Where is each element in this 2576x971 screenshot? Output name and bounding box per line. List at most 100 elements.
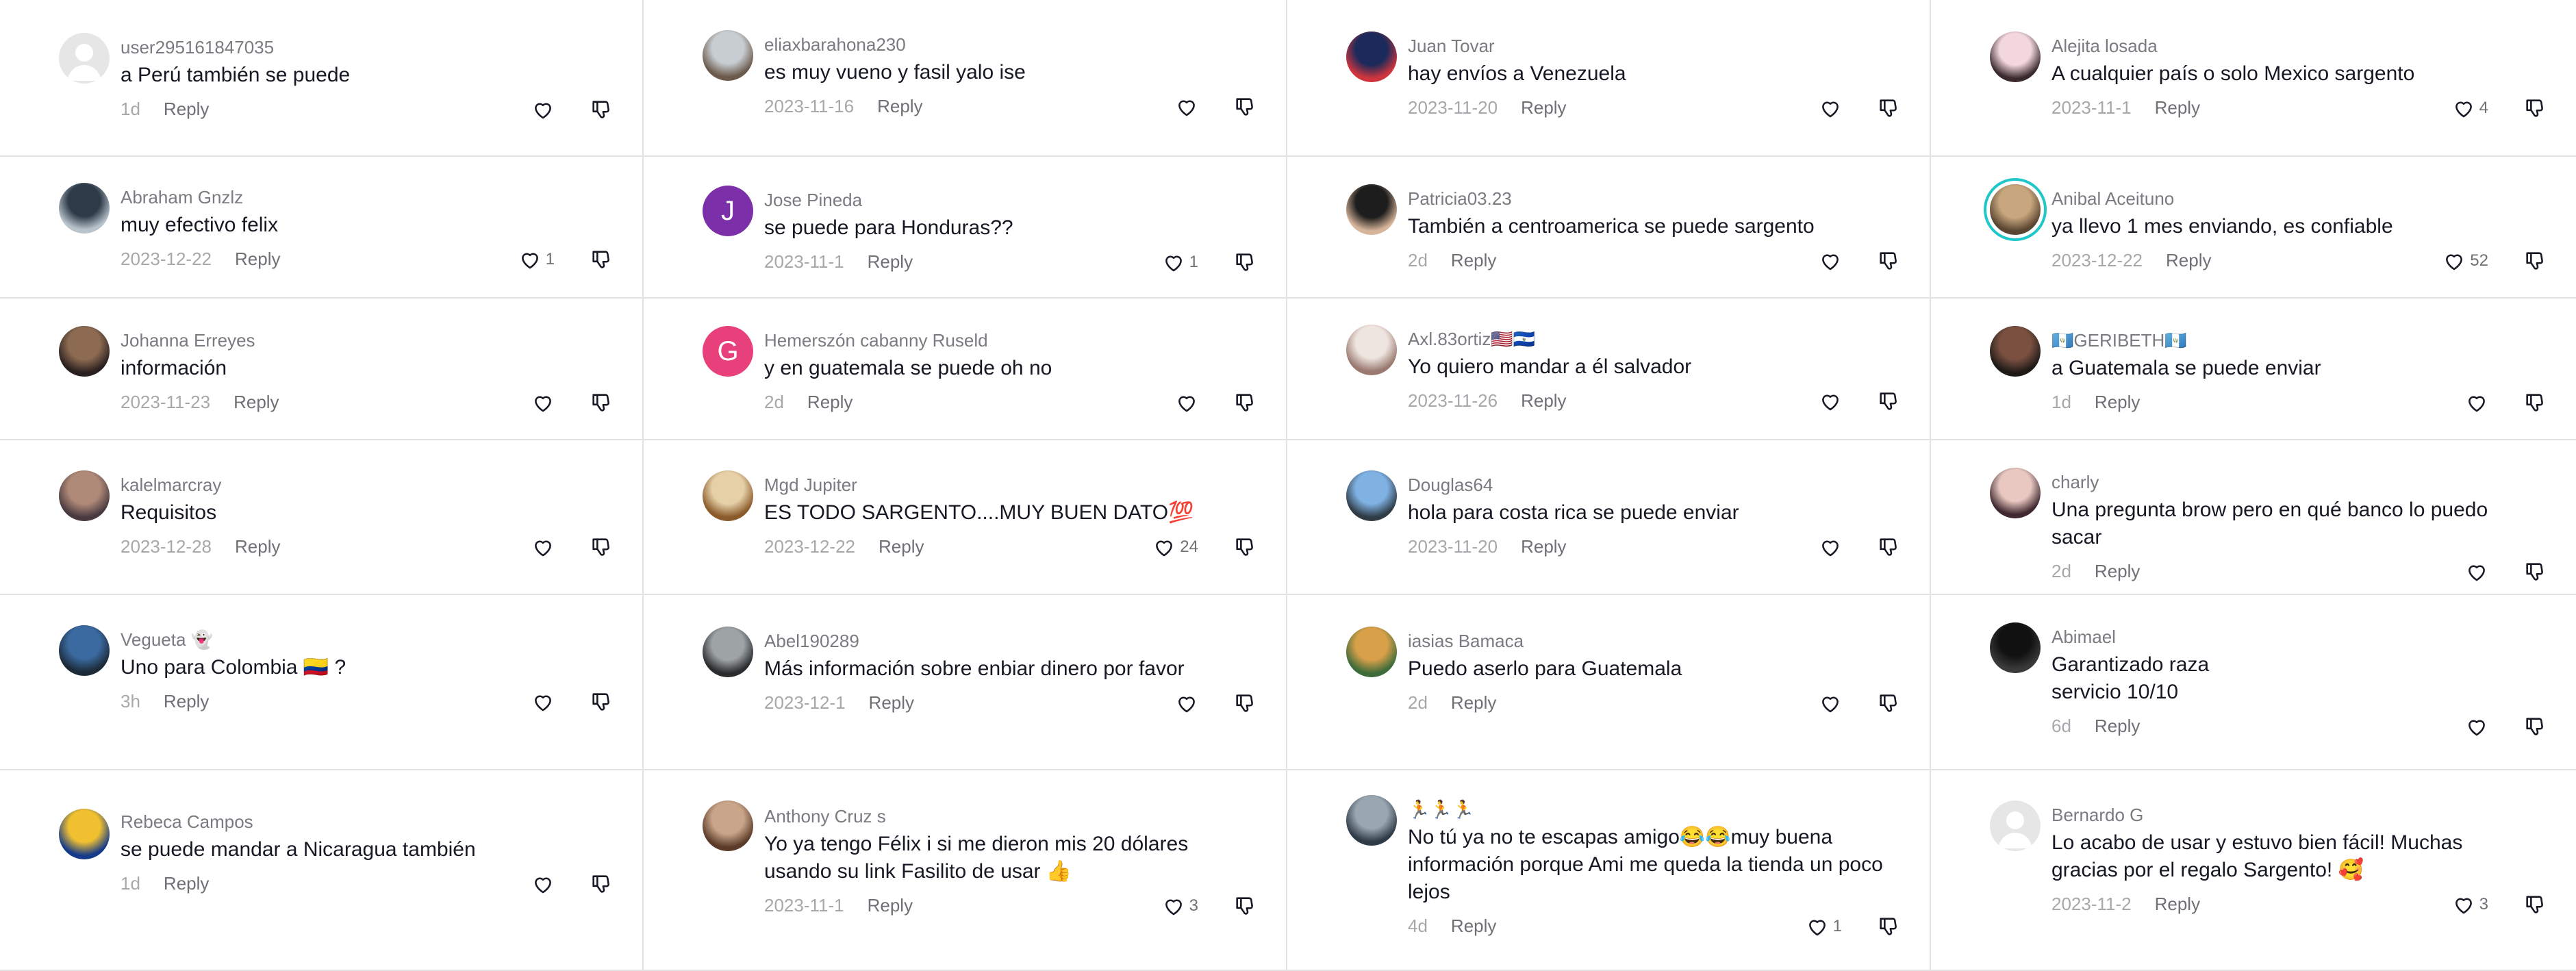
dislike-button[interactable] [1875,690,1902,717]
avatar[interactable] [1990,31,2041,82]
reply-button[interactable]: Reply [1451,692,1496,713]
like-button[interactable]: 3 [1162,892,1198,920]
avatar[interactable] [59,33,110,84]
username[interactable]: Johanna Erreyes [121,329,615,352]
dislike-button[interactable] [2521,94,2549,122]
like-button[interactable] [1819,533,1842,561]
avatar[interactable] [1346,184,1397,235]
dislike-button[interactable] [1875,94,1902,122]
like-button[interactable]: 24 [1152,533,1198,561]
avatar[interactable] [1990,326,2041,377]
dislike-button[interactable] [1231,892,1259,920]
username[interactable]: eliaxbarahona230 [764,33,1259,56]
like-button[interactable] [2465,713,2488,740]
dislike-button[interactable] [2521,247,2549,275]
reply-button[interactable]: Reply [1521,536,1566,557]
username[interactable]: Bernardo G [2051,803,2549,827]
like-button[interactable] [1819,94,1842,122]
dislike-button[interactable] [2521,891,2549,918]
avatar[interactable] [59,625,110,676]
username[interactable]: Abimael [2051,625,2549,648]
like-button[interactable] [1175,93,1198,121]
username[interactable]: Abraham Gnzlz [121,186,615,209]
reply-button[interactable]: Reply [164,873,209,894]
like-button[interactable] [531,688,555,716]
reply-button[interactable]: Reply [1521,97,1566,118]
reply-button[interactable]: Reply [1451,916,1496,936]
reply-button[interactable]: Reply [2155,97,2200,118]
username[interactable]: Anibal Aceituno [2051,187,2549,210]
like-button[interactable]: 1 [1806,913,1842,940]
username[interactable]: Abel190289 [764,629,1259,653]
avatar[interactable] [1990,622,2041,673]
dislike-button[interactable] [588,96,615,123]
dislike-button[interactable] [588,533,615,561]
avatar[interactable] [1990,468,2041,518]
reply-button[interactable]: Reply [807,392,853,412]
dislike-button[interactable] [588,688,615,716]
avatar[interactable] [1346,627,1397,677]
reply-button[interactable]: Reply [2095,716,2140,736]
reply-button[interactable]: Reply [869,692,914,713]
like-button[interactable] [531,533,555,561]
like-button[interactable] [1819,388,1842,415]
username[interactable]: charly [2051,470,2549,494]
reply-button[interactable]: Reply [2166,250,2211,270]
avatar[interactable] [703,800,753,851]
reply-button[interactable]: Reply [868,251,913,272]
like-button[interactable] [531,389,555,416]
avatar[interactable] [1346,470,1397,521]
reply-button[interactable]: Reply [2095,561,2140,581]
username[interactable]: Axl.83ortiz🇺🇸🇸🇻 [1408,327,1902,351]
like-button[interactable] [2465,558,2488,585]
username[interactable]: Alejita losada [2051,34,2549,58]
username[interactable]: Patricia03.23 [1408,187,1902,210]
avatar[interactable] [1346,795,1397,846]
reply-button[interactable]: Reply [2155,894,2200,914]
reply-button[interactable]: Reply [2095,392,2140,412]
dislike-button[interactable] [1231,93,1259,121]
dislike-button[interactable] [2521,558,2549,585]
username[interactable]: Anthony Cruz s [764,805,1259,828]
reply-button[interactable]: Reply [164,691,209,711]
avatar[interactable] [59,470,110,521]
avatar[interactable] [1346,31,1397,82]
like-button[interactable] [1175,690,1198,717]
username[interactable]: Hemerszón cabanny Ruseld [764,329,1259,352]
dislike-button[interactable] [1875,533,1902,561]
username[interactable]: Rebeca Campos [121,810,615,833]
like-button[interactable] [531,870,555,898]
username[interactable]: kalelmarcray [121,473,615,496]
dislike-button[interactable] [588,870,615,898]
username[interactable]: Juan Tovar [1408,34,1902,58]
dislike-button[interactable] [1231,249,1259,276]
dislike-button[interactable] [588,389,615,416]
username[interactable]: 🏃🏃🏃 [1408,798,1902,821]
reply-button[interactable]: Reply [879,536,924,557]
username[interactable]: 🇬🇹GERIBETH🇬🇹 [2051,329,2549,352]
avatar[interactable] [703,470,753,521]
dislike-button[interactable] [1875,388,1902,415]
avatar[interactable] [703,627,753,677]
like-button[interactable] [2465,389,2488,416]
reply-button[interactable]: Reply [235,249,280,269]
dislike-button[interactable] [1231,533,1259,561]
avatar[interactable] [1990,184,2041,235]
dislike-button[interactable] [1231,389,1259,416]
reply-button[interactable]: Reply [877,96,922,116]
avatar[interactable] [59,326,110,377]
like-button[interactable] [1819,247,1842,275]
like-button[interactable] [531,96,555,123]
username[interactable]: Douglas64 [1408,473,1902,496]
dislike-button[interactable] [2521,713,2549,740]
avatar[interactable] [59,183,110,234]
avatar[interactable]: J [703,186,753,236]
reply-button[interactable]: Reply [164,99,209,119]
like-button[interactable]: 1 [1162,249,1198,276]
reply-button[interactable]: Reply [868,895,913,916]
avatar[interactable]: G [703,326,753,377]
username[interactable]: Mgd Jupiter [764,473,1259,496]
avatar[interactable] [1346,325,1397,375]
username[interactable]: iasias Bamaca [1408,629,1902,653]
dislike-button[interactable] [1875,247,1902,275]
